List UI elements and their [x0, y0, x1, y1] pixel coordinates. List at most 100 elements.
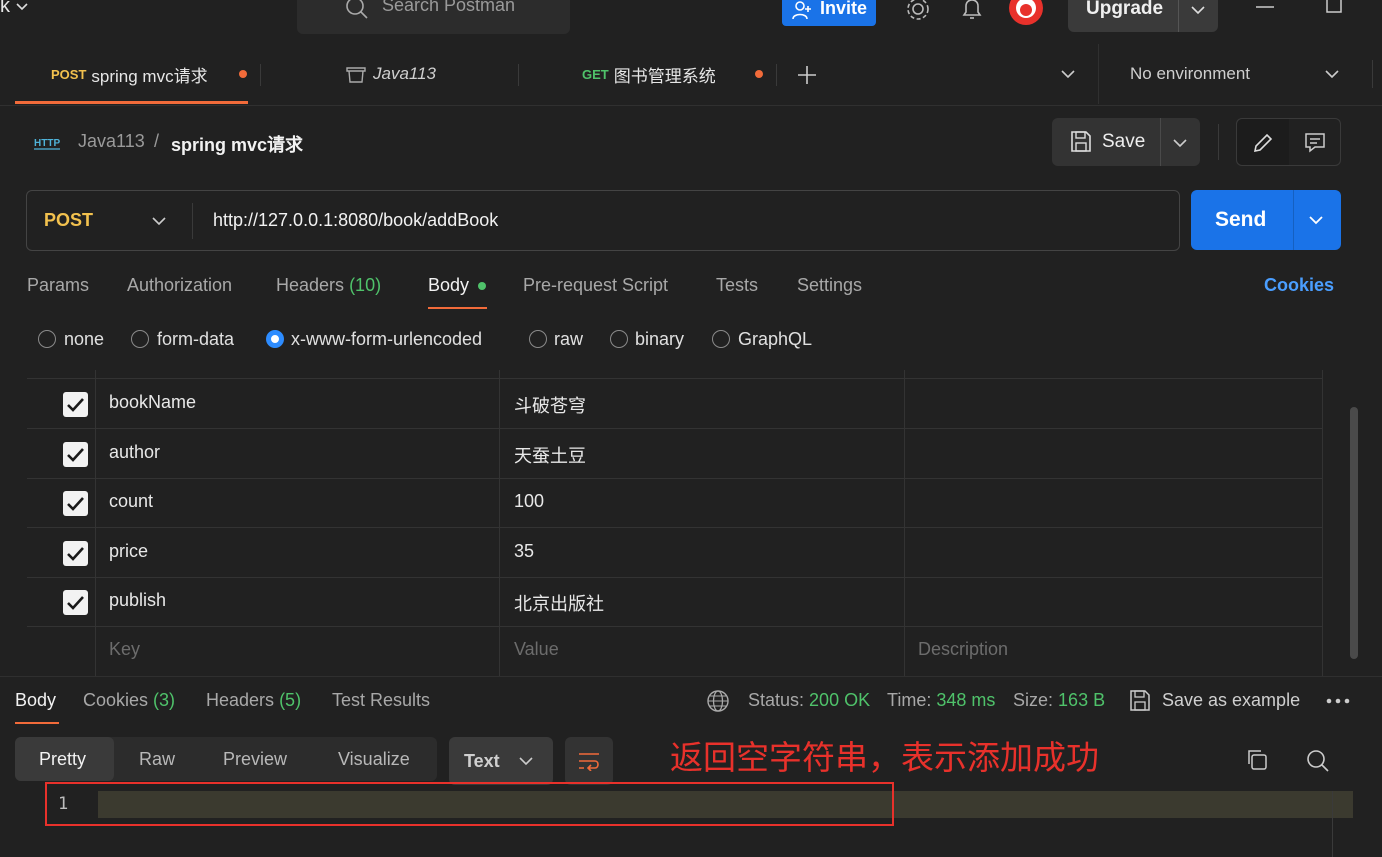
edit-button[interactable]	[1237, 119, 1289, 165]
tab-library-system[interactable]: GET 图书管理系统	[582, 44, 716, 104]
tab-label: spring mvc请求	[91, 66, 208, 86]
view-preview[interactable]: Preview	[223, 749, 287, 770]
table-scrollbar[interactable]	[1350, 407, 1358, 659]
value-placeholder[interactable]: Value	[514, 639, 559, 660]
response-tab-headers[interactable]: Headers (5)	[206, 690, 301, 711]
workspace-name[interactable]: k	[0, 0, 10, 18]
time-label: Time:	[887, 690, 932, 710]
cookies-link[interactable]: Cookies	[1264, 275, 1334, 296]
radio-graphql[interactable]	[712, 330, 730, 348]
add-user-icon	[792, 1, 811, 20]
checkmark-icon	[67, 596, 84, 610]
save-icon	[1071, 131, 1091, 152]
radio-raw[interactable]	[529, 330, 547, 348]
tab-authorization[interactable]: Authorization	[127, 275, 232, 296]
active-tab-indicator	[428, 307, 487, 309]
upgrade-label: Upgrade	[1086, 0, 1164, 19]
response-divider[interactable]	[0, 676, 1382, 677]
tab-label: Headers	[206, 690, 275, 710]
param-value[interactable]: 北京出版社	[514, 590, 604, 616]
view-raw[interactable]: Raw	[139, 749, 175, 770]
settings-gear-icon[interactable]	[904, 0, 932, 24]
upgrade-divider	[1178, 0, 1179, 32]
method-select[interactable]: POST	[27, 191, 192, 250]
chevron-down-icon[interactable]	[15, 1, 29, 13]
table-row: count 100	[27, 478, 1323, 528]
invite-button[interactable]: Invite	[782, 0, 876, 26]
checkmark-icon	[67, 547, 84, 561]
copy-icon[interactable]	[1245, 748, 1269, 772]
headers-count: (10)	[349, 275, 382, 295]
chevron-down-icon[interactable]	[1190, 4, 1206, 16]
view-visualize[interactable]: Visualize	[338, 749, 410, 770]
add-tab-icon[interactable]	[796, 64, 818, 86]
chevron-down-icon[interactable]	[1324, 68, 1340, 80]
save-as-example-button[interactable]: Save as example	[1162, 690, 1300, 711]
tab-tests[interactable]: Tests	[716, 275, 758, 296]
radio-none[interactable]	[38, 330, 56, 348]
http-icon: HTTP	[34, 138, 60, 150]
editor-ruler	[1332, 791, 1333, 857]
tab-spring-mvc[interactable]: POST spring mvc请求	[51, 44, 208, 104]
send-button-group: Send	[1191, 190, 1341, 250]
divider	[192, 203, 193, 239]
response-tab-test-results[interactable]: Test Results	[332, 690, 430, 711]
param-key[interactable]: price	[109, 541, 148, 562]
row-checkbox[interactable]	[63, 590, 88, 615]
svg-text:HTTP: HTTP	[34, 138, 60, 149]
annotation-highlight-box	[45, 782, 894, 826]
environment-selector[interactable]: No environment	[1130, 64, 1250, 84]
comment-icon[interactable]	[1303, 131, 1327, 155]
breadcrumb-request[interactable]: spring mvc请求	[171, 131, 303, 157]
wrap-lines-button[interactable]	[565, 737, 613, 785]
send-button[interactable]: Send	[1191, 190, 1293, 250]
search-icon	[346, 0, 368, 19]
param-value[interactable]: 100	[514, 491, 544, 512]
radio-form-data[interactable]	[131, 330, 149, 348]
response-tab-cookies[interactable]: Cookies (3)	[83, 690, 175, 711]
tab-params[interactable]: Params	[27, 275, 89, 296]
response-tab-body[interactable]: Body	[15, 690, 56, 711]
description-placeholder[interactable]: Description	[918, 639, 1008, 660]
unsaved-dot	[755, 70, 763, 78]
param-key[interactable]: bookName	[109, 392, 196, 413]
row-checkbox[interactable]	[63, 442, 88, 467]
search-icon[interactable]	[1305, 748, 1331, 774]
url-input[interactable]: http://127.0.0.1:8080/book/addBook	[213, 210, 498, 231]
table-row: publish 北京出版社	[27, 577, 1323, 627]
chevron-down-icon[interactable]	[1308, 214, 1324, 226]
minimize-window-icon[interactable]	[1255, 2, 1275, 12]
chevron-down-icon[interactable]	[1172, 137, 1188, 149]
param-key[interactable]: publish	[109, 590, 166, 611]
row-checkbox[interactable]	[63, 491, 88, 516]
save-icon[interactable]	[1129, 689, 1151, 713]
divider	[1372, 60, 1373, 88]
param-key[interactable]: author	[109, 442, 160, 463]
globe-icon[interactable]	[706, 689, 730, 713]
more-options-icon[interactable]	[1326, 697, 1350, 705]
avatar-icon[interactable]	[1008, 0, 1044, 26]
radio-binary[interactable]	[610, 330, 628, 348]
row-checkbox[interactable]	[63, 541, 88, 566]
wrap-lines-icon	[579, 753, 599, 771]
breadcrumb-collection[interactable]: Java113	[78, 131, 145, 152]
chevron-down-icon[interactable]	[1060, 68, 1076, 80]
radio-x-www-form-urlencoded[interactable]	[266, 330, 284, 348]
upgrade-button[interactable]: Upgrade	[1068, 0, 1218, 32]
tab-headers[interactable]: Headers (10)	[276, 275, 381, 296]
row-checkbox[interactable]	[63, 392, 88, 417]
save-button[interactable]: Save	[1052, 118, 1160, 166]
param-value[interactable]: 35	[514, 541, 534, 562]
maximize-window-icon[interactable]	[1325, 0, 1343, 16]
tab-body[interactable]: Body	[428, 275, 469, 296]
format-select[interactable]: Text	[449, 737, 553, 785]
tab-pre-request-script[interactable]: Pre-request Script	[523, 275, 668, 296]
param-value[interactable]: 天蚕土豆	[514, 442, 586, 468]
tab-settings[interactable]: Settings	[797, 275, 862, 296]
param-value[interactable]: 斗破苍穹	[514, 392, 586, 418]
tab-java113[interactable]: Java113	[345, 44, 436, 104]
key-placeholder[interactable]: Key	[109, 639, 140, 660]
param-key[interactable]: count	[109, 491, 153, 512]
notification-bell-icon[interactable]	[960, 0, 984, 24]
tab-label: 图书管理系统	[613, 66, 716, 86]
